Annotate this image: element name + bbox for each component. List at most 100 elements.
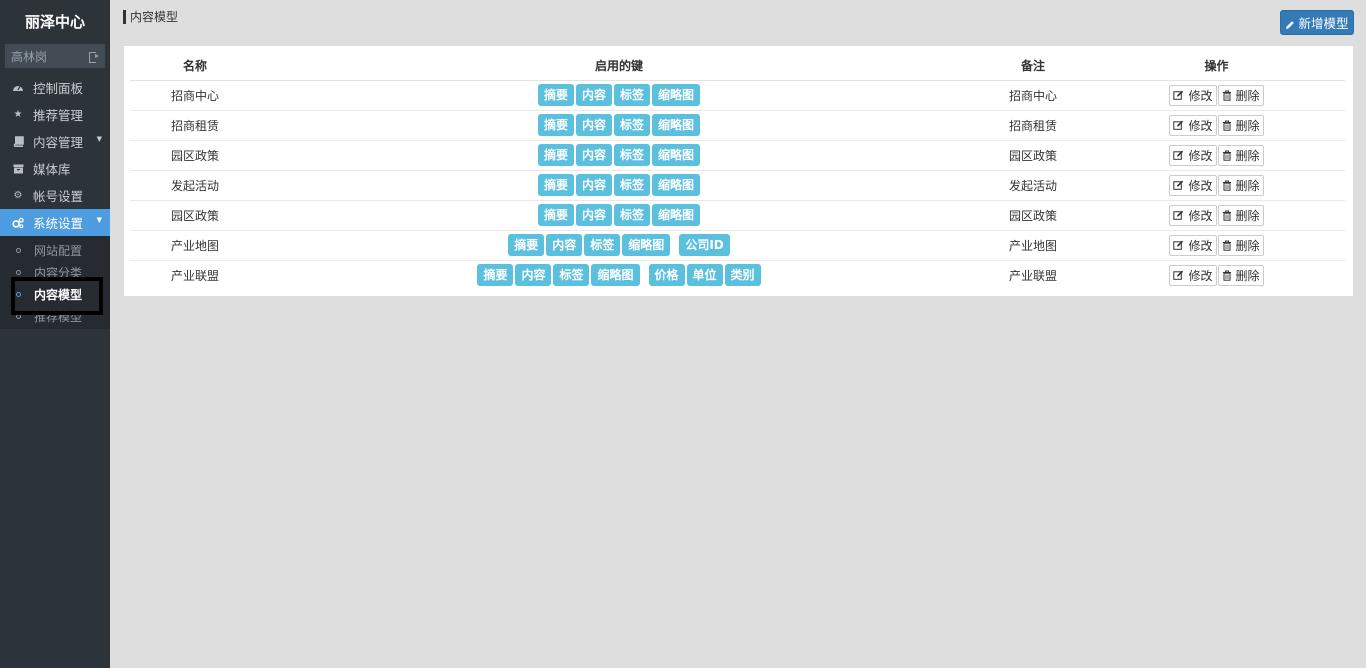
edit-icon xyxy=(1173,270,1186,281)
key-tag: 缩略图 xyxy=(652,144,701,166)
trash-icon xyxy=(1222,180,1234,191)
submenu-label: 内容分类 xyxy=(34,265,83,280)
delete-button[interactable]: 删除 xyxy=(1217,114,1264,136)
submenu-label: 网站配置 xyxy=(34,243,83,258)
key-tag: 内容 xyxy=(575,174,612,196)
delete-button[interactable]: 删除 xyxy=(1217,234,1264,256)
chevron-down-icon: ▼ xyxy=(96,216,102,224)
table-row: 发起活动 摘要 内容 标签 缩略图 发起活动 修改 删除 xyxy=(130,170,1345,201)
enabled-keys: 摘要 内容 标签 缩略图 xyxy=(260,200,978,231)
model-name: 园区政策 xyxy=(130,200,260,231)
system-submenu: 网站配置 内容分类 内容模型 推荐模型 xyxy=(0,236,110,329)
key-tag: 标签 xyxy=(614,174,651,196)
trash-icon xyxy=(1222,150,1234,161)
table-row: 产业地图 摘要 内容 标签 缩略图 公司ID 产业地图 修改 删除 xyxy=(130,230,1345,261)
gear-icon: ⚙ xyxy=(13,190,23,201)
trash-icon xyxy=(1222,240,1234,251)
edit-label: 修改 xyxy=(1188,208,1213,223)
model-name: 发起活动 xyxy=(130,170,260,201)
submenu-site-config[interactable]: 网站配置 xyxy=(0,239,110,261)
table-row: 产业联盟 摘要 内容 标签 缩略图 价格 单位 类别 产业联盟 修改 删除 xyxy=(130,260,1345,290)
key-tag: 内容 xyxy=(575,114,612,136)
row-actions: 修改 删除 xyxy=(1088,230,1345,261)
nav-account[interactable]: ⚙ 帐号设置 xyxy=(0,182,110,209)
star-icon: ★ xyxy=(13,109,23,120)
edit-button[interactable]: 修改 xyxy=(1169,204,1217,226)
key-tag: 摘要 xyxy=(537,114,574,136)
delete-button[interactable]: 删除 xyxy=(1217,144,1264,166)
trash-icon xyxy=(1222,90,1234,101)
model-note: 园区政策 xyxy=(978,200,1088,231)
nav-recommend[interactable]: ★ 推荐管理 xyxy=(0,101,110,128)
submenu-content-category[interactable]: 内容分类 xyxy=(0,261,110,283)
key-tag: 标签 xyxy=(584,234,621,256)
edit-icon xyxy=(1173,150,1186,161)
edit-icon xyxy=(1173,240,1186,251)
pencil-icon xyxy=(1285,18,1295,29)
trash-icon xyxy=(1222,120,1234,131)
submenu-recommend-model[interactable]: 推荐模型 xyxy=(0,305,110,327)
nav-content[interactable]: 内容管理 ▼ xyxy=(0,128,110,155)
table-header-row: 名称 启用的键 备注 操作 xyxy=(130,52,1345,81)
nav-media[interactable]: 媒体库 xyxy=(0,155,110,182)
user-bar: 高林岗 xyxy=(5,44,105,68)
page-title: 内容模型 xyxy=(123,10,178,24)
key-tag: 内容 xyxy=(546,234,583,256)
edit-label: 修改 xyxy=(1188,88,1213,103)
submenu-content-model[interactable]: 内容模型 xyxy=(0,283,110,305)
nav-system[interactable]: 系统设置 ▼ xyxy=(0,209,110,236)
new-model-button[interactable]: 新增模型 xyxy=(1280,10,1354,35)
delete-button[interactable]: 删除 xyxy=(1217,174,1264,196)
enabled-keys: 摘要 内容 标签 缩略图 xyxy=(260,110,978,141)
model-note: 招商租赁 xyxy=(978,110,1088,141)
edit-label: 修改 xyxy=(1188,148,1213,163)
model-note: 招商中心 xyxy=(978,80,1088,111)
username: 高林岗 xyxy=(11,49,48,64)
edit-button[interactable]: 修改 xyxy=(1169,84,1217,106)
key-tag: 标签 xyxy=(614,204,651,226)
key-tag: 类别 xyxy=(724,264,761,287)
nav-dashboard[interactable]: 控制面板 xyxy=(0,74,110,101)
key-tag: 内容 xyxy=(575,204,612,226)
model-name: 园区政策 xyxy=(130,140,260,171)
edit-label: 修改 xyxy=(1188,238,1213,253)
table-row: 招商中心 摘要 内容 标签 缩略图 招商中心 修改 删除 xyxy=(130,80,1345,111)
edit-button[interactable]: 修改 xyxy=(1169,264,1217,286)
trash-icon xyxy=(1222,270,1234,281)
key-tag: 缩略图 xyxy=(652,174,701,196)
table-row: 园区政策 摘要 内容 标签 缩略图 园区政策 修改 删除 xyxy=(130,200,1345,231)
model-note: 园区政策 xyxy=(978,140,1088,171)
delete-button[interactable]: 删除 xyxy=(1217,204,1264,226)
col-keys: 启用的键 xyxy=(260,52,978,81)
edit-button[interactable]: 修改 xyxy=(1169,114,1217,136)
key-tag: 缩略图 xyxy=(652,114,701,136)
circle-icon xyxy=(16,313,21,319)
delete-button[interactable]: 删除 xyxy=(1217,84,1264,106)
edit-icon xyxy=(1173,120,1186,131)
table-row: 园区政策 摘要 内容 标签 缩略图 园区政策 修改 删除 xyxy=(130,140,1345,171)
logout-icon[interactable] xyxy=(89,51,99,63)
nav-account-label: 帐号设置 xyxy=(33,189,84,204)
edit-button[interactable]: 修改 xyxy=(1169,174,1217,196)
delete-button[interactable]: 删除 xyxy=(1217,264,1264,286)
delete-label: 删除 xyxy=(1235,118,1260,133)
key-tag: 摘要 xyxy=(477,264,514,287)
delete-label: 删除 xyxy=(1235,88,1260,103)
nav-content-label: 内容管理 xyxy=(33,135,84,150)
trash-icon xyxy=(1222,210,1234,221)
key-tag: 摘要 xyxy=(508,234,545,256)
enabled-keys: 摘要 内容 标签 缩略图 xyxy=(260,170,978,201)
enabled-keys: 摘要 内容 标签 缩略图 xyxy=(260,140,978,171)
key-tag: 缩略图 xyxy=(591,264,640,287)
circle-icon xyxy=(16,269,21,275)
model-name: 产业联盟 xyxy=(170,268,219,283)
dashboard-icon xyxy=(12,82,24,94)
edit-button[interactable]: 修改 xyxy=(1169,144,1217,166)
delete-label: 删除 xyxy=(1235,268,1260,283)
model-name: 招商租赁 xyxy=(130,110,260,141)
sidebar: 丽泽中心 高林岗 控制面板 ★ 推荐管理 内容管理 ▼ 媒体库 ⚙ 帐号设置 系… xyxy=(0,0,110,668)
media-icon xyxy=(12,163,24,175)
edit-button[interactable]: 修改 xyxy=(1169,234,1217,256)
chevron-down-icon: ▼ xyxy=(96,135,102,143)
submenu-label: 推荐模型 xyxy=(34,309,83,324)
